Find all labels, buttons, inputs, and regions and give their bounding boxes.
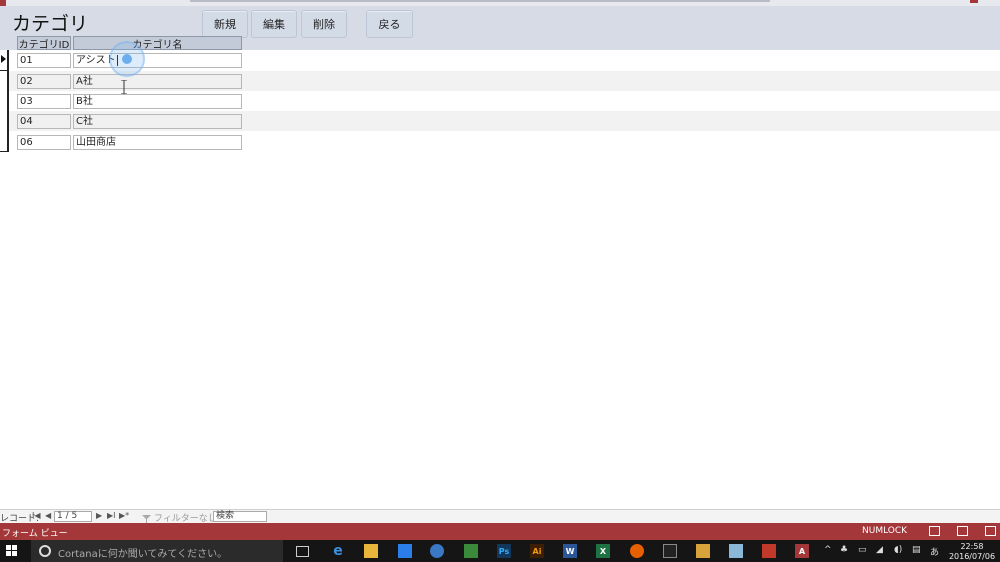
cortana-icon: [39, 545, 51, 557]
photoshop-icon[interactable]: Ps: [497, 544, 511, 558]
category-name-field[interactable]: C社: [73, 114, 242, 129]
windows-taskbar: Cortanaに何か聞いてみてください。 e Ps Ai W X A ^ ♣ ▭…: [0, 540, 1000, 562]
click-indicator: [122, 54, 132, 64]
media-player-icon[interactable]: [696, 544, 710, 558]
volume-icon[interactable]: ◖): [894, 545, 902, 555]
firefox-icon[interactable]: [630, 544, 644, 558]
windows-start-icon[interactable]: [6, 545, 18, 557]
notepad-icon[interactable]: [729, 544, 743, 558]
design-view-icon[interactable]: [985, 526, 996, 536]
category-id-field[interactable]: 04: [17, 114, 71, 129]
filter-icon: [142, 514, 151, 523]
previous-record-icon[interactable]: ◀: [45, 511, 51, 520]
category-id-field[interactable]: 03: [17, 94, 71, 109]
terminal-icon[interactable]: [663, 544, 677, 558]
access-form-window: カテゴリ 新規 編集 削除 戻る カテゴリID カテゴリ名 01 アシスト 02…: [0, 0, 1000, 562]
cortana-placeholder: Cortanaに何か聞いてみてください。: [58, 549, 228, 560]
clock-time: 22:58: [960, 542, 984, 551]
form-header: カテゴリ 新規 編集 削除 戻る カテゴリID カテゴリ名: [0, 6, 1000, 51]
record-selector[interactable]: [0, 111, 9, 132]
form-view-icon[interactable]: [929, 526, 940, 536]
system-clock[interactable]: 22:58 2016/07/06: [948, 542, 996, 562]
back-button[interactable]: 戻る: [366, 10, 413, 38]
delete-button[interactable]: 削除: [301, 10, 347, 38]
search-box[interactable]: 検索: [213, 511, 267, 522]
category-name-field[interactable]: B社: [73, 94, 242, 109]
thunderbird-icon[interactable]: [430, 544, 444, 558]
ime-indicator[interactable]: あ: [930, 545, 939, 558]
action-center-icon[interactable]: ▤: [912, 545, 921, 555]
close-icon[interactable]: [970, 0, 978, 3]
record-navigation-bar: レコード: I◀ ◀ 1 / 5 ▶ ▶I ▶* フィルターなし 検索: [0, 509, 1000, 524]
table-row: 04 C社: [0, 111, 1000, 132]
clock-date: 2016/07/06: [948, 552, 996, 561]
edge-browser-icon[interactable]: e: [331, 543, 345, 559]
table-row: 03 B社: [0, 91, 1000, 112]
datasheet-view-icon[interactable]: [957, 526, 968, 536]
dropbox-icon[interactable]: [398, 544, 412, 558]
category-name-field[interactable]: 山田商店: [73, 135, 242, 150]
battery-icon[interactable]: ▭: [858, 545, 867, 555]
category-id-field[interactable]: 01: [17, 53, 71, 68]
numlock-indicator: NUMLOCK: [862, 526, 908, 536]
view-mode-label: フォーム ビュー: [2, 529, 68, 539]
category-name-field[interactable]: アシスト: [73, 53, 242, 68]
new-button[interactable]: 新規: [202, 10, 248, 38]
status-bar: フォーム ビュー NUMLOCK: [0, 523, 1000, 540]
access-icon[interactable]: A: [795, 544, 809, 558]
ftp-client-icon[interactable]: [464, 544, 478, 558]
column-header-category-id: カテゴリID: [17, 36, 71, 51]
category-id-field[interactable]: 06: [17, 135, 71, 150]
category-name-field[interactable]: A社: [73, 74, 242, 89]
first-record-icon[interactable]: I◀: [32, 511, 41, 520]
category-id-field[interactable]: 02: [17, 74, 71, 89]
network-icon[interactable]: ◢: [876, 545, 883, 555]
record-selector[interactable]: [0, 131, 9, 152]
screen-recorder-icon[interactable]: [762, 544, 776, 558]
record-selector[interactable]: [0, 71, 9, 92]
cortana-search-box[interactable]: Cortanaに何か聞いてみてください。: [31, 540, 283, 562]
table-row: 02 A社: [0, 71, 1000, 92]
form-title: カテゴリ: [12, 13, 89, 35]
task-view-icon[interactable]: [296, 546, 309, 557]
ibeam-cursor-icon: [121, 80, 127, 94]
next-record-icon[interactable]: ▶: [96, 511, 102, 520]
current-record-arrow-icon: [1, 55, 6, 63]
tray-chevron-icon[interactable]: ^: [824, 545, 832, 555]
excel-icon[interactable]: X: [596, 544, 610, 558]
word-icon[interactable]: W: [563, 544, 577, 558]
table-row: 01 アシスト: [0, 50, 1000, 71]
last-record-icon[interactable]: ▶I: [107, 511, 116, 520]
new-record-icon[interactable]: ▶*: [119, 511, 129, 520]
current-record-field[interactable]: 1 / 5: [54, 511, 92, 522]
illustrator-icon[interactable]: Ai: [530, 544, 544, 558]
column-header-category-name: カテゴリ名: [73, 36, 242, 51]
edit-button[interactable]: 編集: [251, 10, 297, 38]
file-explorer-icon[interactable]: [364, 544, 378, 558]
record-selector-current[interactable]: [0, 50, 9, 71]
tray-app-icon[interactable]: ♣: [840, 545, 848, 555]
record-selector[interactable]: [0, 91, 9, 112]
window-title: [190, 0, 770, 2]
table-row: 06 山田商店: [0, 131, 1000, 152]
